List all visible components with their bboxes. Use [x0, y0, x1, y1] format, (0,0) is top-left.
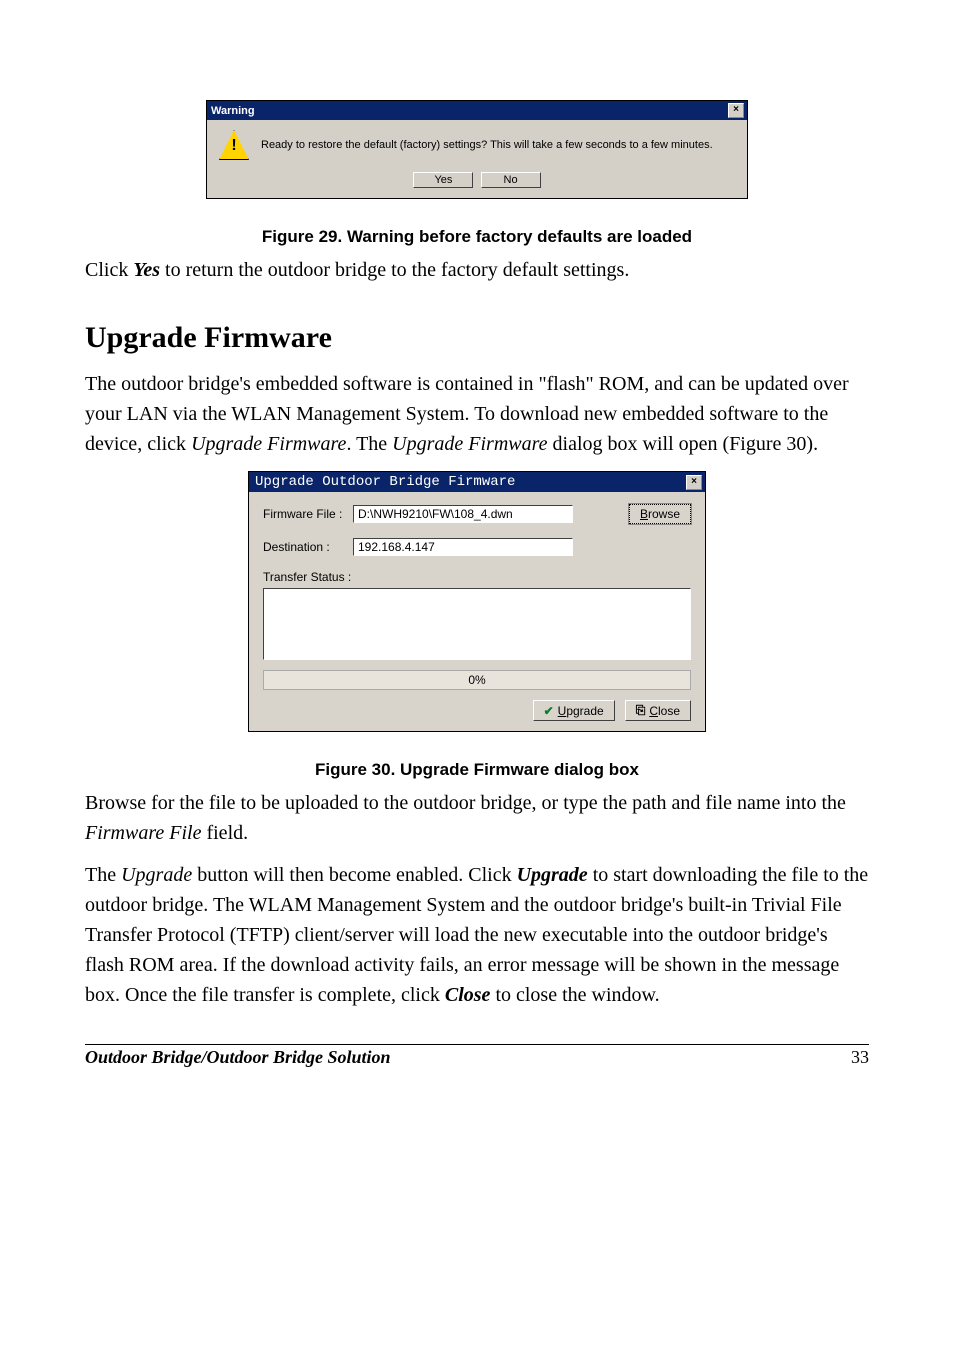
firmware-file-row: Firmware File : Browse — [263, 504, 691, 524]
section-heading-upgrade-firmware: Upgrade Firmware — [85, 321, 869, 355]
warning-title: Warning — [211, 105, 255, 117]
paragraph-intro: The outdoor bridge's embedded software i… — [85, 369, 869, 459]
upgrade-titlebar: Upgrade Outdoor Bridge Firmware × — [249, 472, 705, 492]
door-icon: ⎘ — [636, 703, 646, 718]
firmware-file-label: Firmware File : — [263, 507, 353, 521]
upgrade-title: Upgrade Outdoor Bridge Firmware — [255, 474, 515, 490]
check-icon: ✔ — [544, 704, 554, 718]
yes-button[interactable]: Yes — [413, 172, 473, 188]
page-footer: Outdoor Bridge/Outdoor Bridge Solution 3… — [85, 1044, 869, 1068]
close-button[interactable]: ⎘ Close — [625, 700, 691, 721]
paragraph-browse: Browse for the file to be uploaded to th… — [85, 788, 869, 848]
figure-29-caption: Figure 29. Warning before factory defaul… — [85, 227, 869, 247]
upgrade-button[interactable]: ✔ Upgrade — [533, 700, 615, 721]
destination-label: Destination : — [263, 540, 353, 554]
upgrade-firmware-dialog: Upgrade Outdoor Bridge Firmware × Firmwa… — [248, 471, 706, 732]
warning-message: Ready to restore the default (factory) s… — [261, 139, 713, 151]
paragraph-upgrade: The Upgrade button will then become enab… — [85, 860, 869, 1010]
firmware-file-input[interactable] — [353, 505, 573, 523]
warning-dialog: Warning × Ready to restore the default (… — [206, 100, 748, 199]
warning-button-row: Yes No — [207, 164, 747, 198]
destination-row: Destination : — [263, 538, 691, 556]
upgrade-button-row: ✔ Upgrade ⎘ Close — [263, 700, 691, 721]
warning-titlebar: Warning × — [207, 101, 747, 120]
close-icon[interactable]: × — [686, 475, 702, 490]
warning-body: Ready to restore the default (factory) s… — [207, 120, 747, 164]
transfer-status-box — [263, 588, 691, 660]
figure-30-caption: Figure 30. Upgrade Firmware dialog box — [85, 760, 869, 780]
transfer-status-label: Transfer Status : — [263, 570, 691, 584]
page-number: 33 — [851, 1047, 869, 1068]
upgrade-body: Firmware File : Browse Destination : Tra… — [249, 492, 705, 731]
destination-input[interactable] — [353, 538, 573, 556]
paragraph-click-yes: Click Yes to return the outdoor bridge t… — [85, 255, 869, 285]
warning-triangle-icon — [219, 130, 249, 160]
close-icon[interactable]: × — [728, 103, 744, 118]
browse-button[interactable]: Browse — [629, 504, 691, 524]
footer-doc-title: Outdoor Bridge/Outdoor Bridge Solution — [85, 1047, 391, 1068]
no-button[interactable]: No — [481, 172, 541, 188]
progress-bar: 0% — [263, 670, 691, 690]
